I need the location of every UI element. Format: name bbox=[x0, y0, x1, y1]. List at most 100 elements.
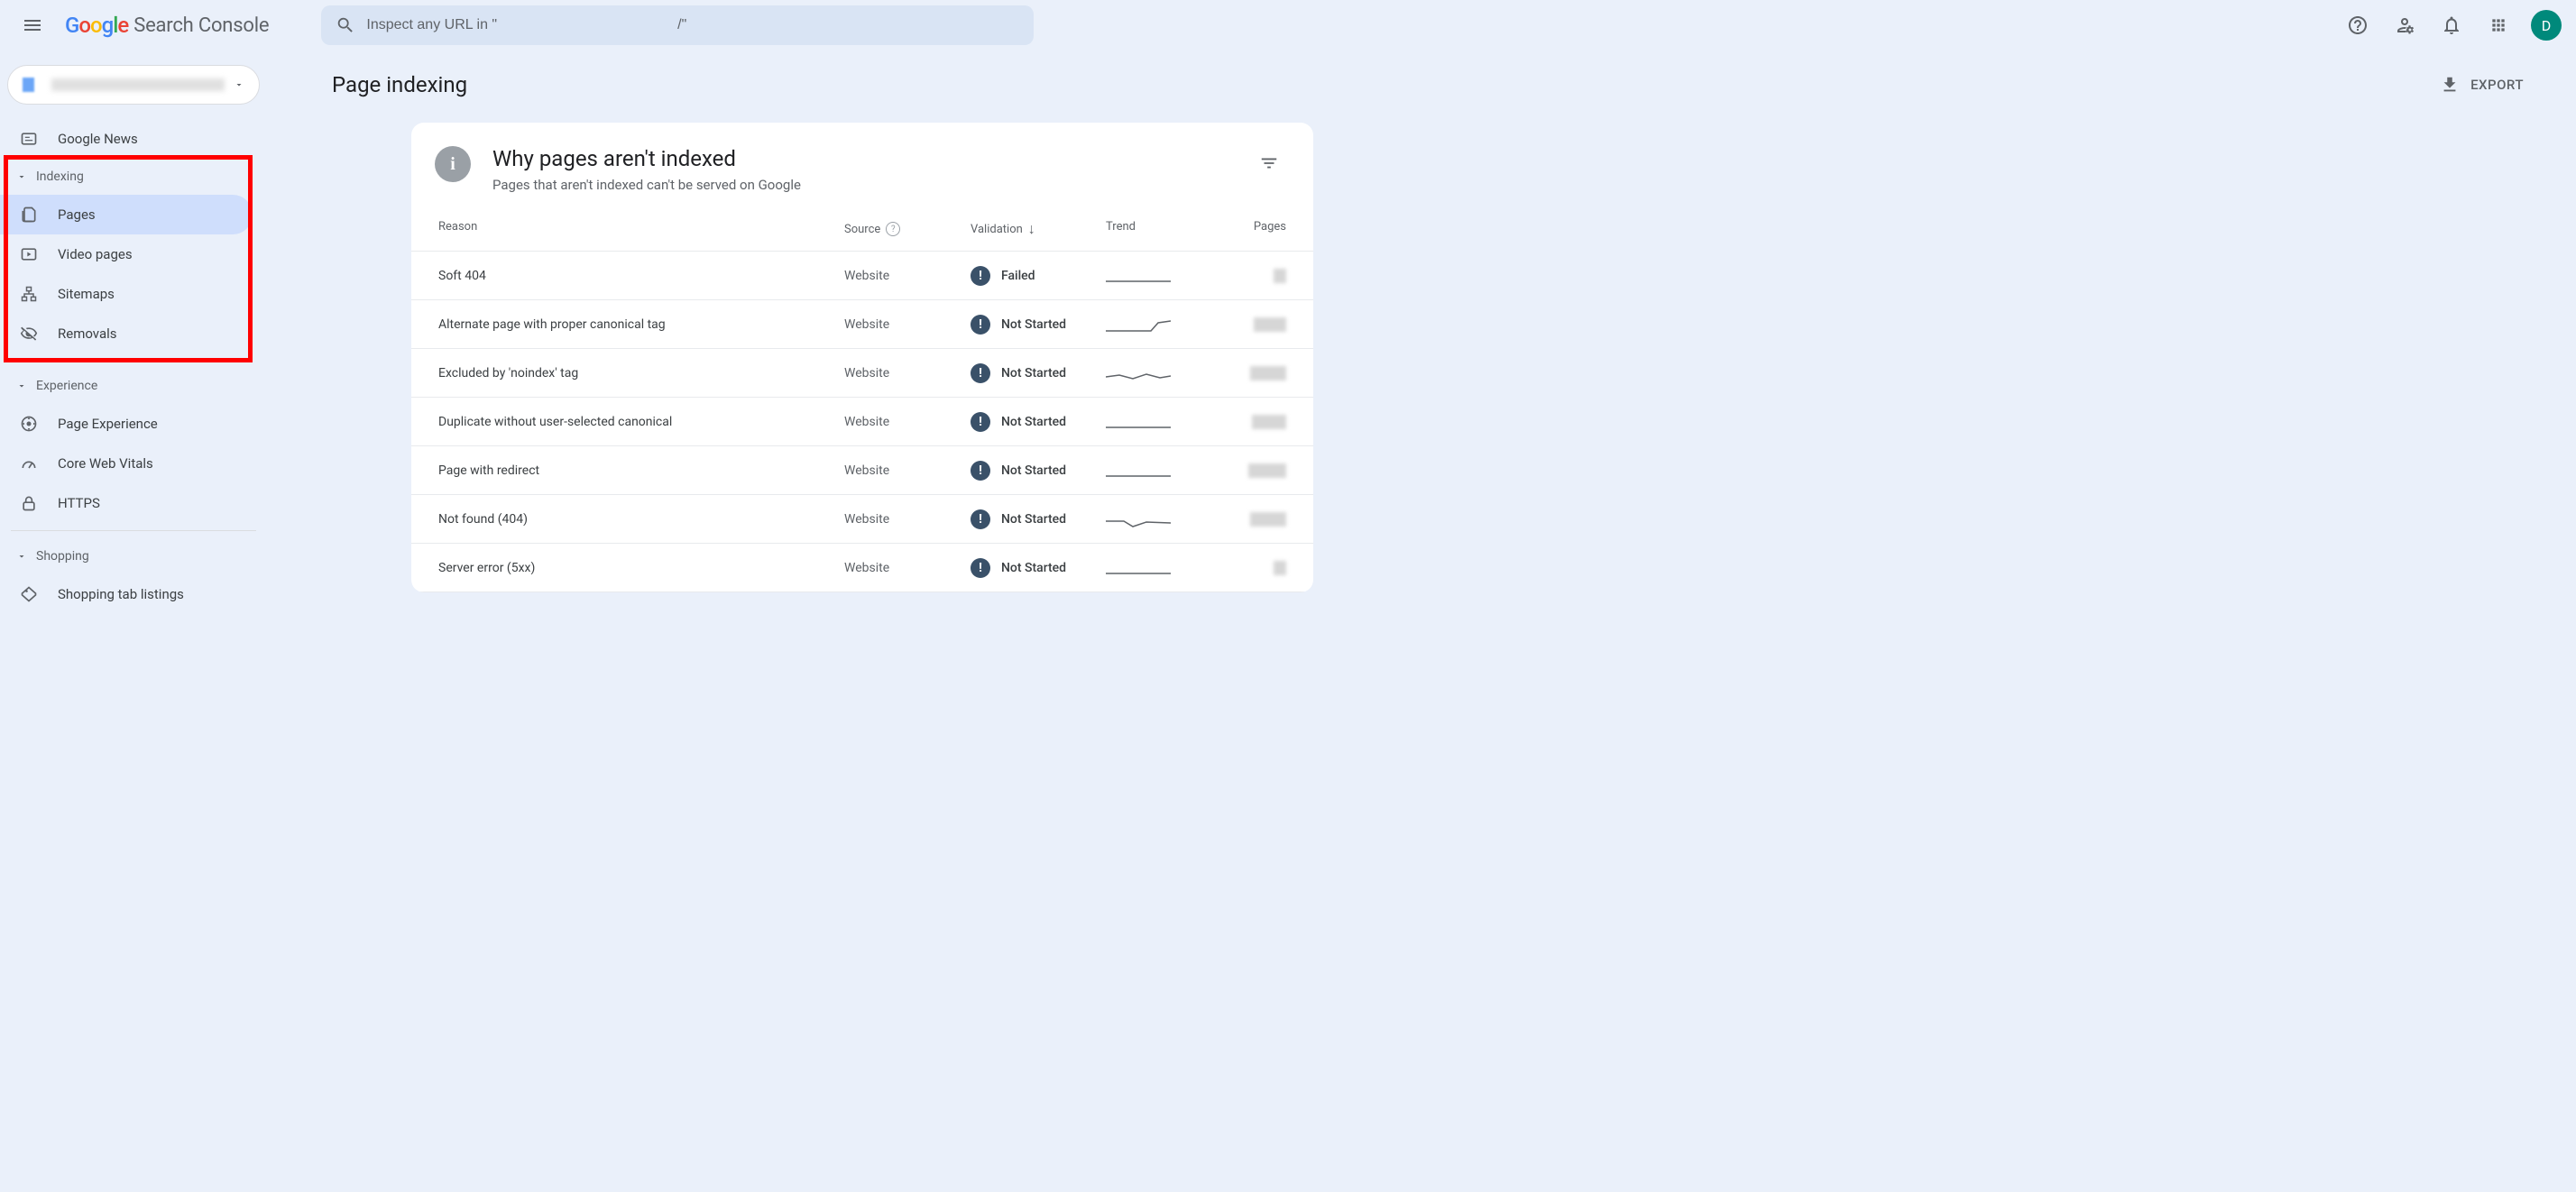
sidebar-item-removals[interactable]: Removals bbox=[0, 314, 253, 353]
cell-trend bbox=[1106, 316, 1223, 334]
sidebar-item-google-news[interactable]: Google News bbox=[0, 119, 253, 159]
table-body: Soft 404Website!FailedAlternate page wit… bbox=[411, 252, 1313, 592]
download-icon bbox=[2440, 75, 2460, 95]
google-logo-icon: Google bbox=[65, 13, 128, 38]
bell-icon bbox=[2441, 14, 2462, 36]
table-row[interactable]: Excluded by 'noindex' tagWebsite!Not Sta… bbox=[411, 349, 1313, 398]
filter-button[interactable] bbox=[1252, 146, 1286, 184]
cell-trend bbox=[1106, 559, 1223, 577]
person-gear-icon bbox=[2394, 14, 2415, 36]
sidebar-item-label: Pages bbox=[58, 206, 96, 223]
info-icon: i bbox=[435, 146, 471, 182]
divider bbox=[11, 530, 256, 531]
search-input[interactable] bbox=[366, 17, 1019, 33]
table-row[interactable]: Soft 404Website!Failed bbox=[411, 252, 1313, 300]
cell-validation: !Not Started bbox=[971, 315, 1106, 335]
core-web-vitals-icon bbox=[18, 454, 40, 472]
cell-source: Website bbox=[844, 415, 971, 429]
sidebar-group-shopping[interactable]: Shopping bbox=[0, 538, 267, 574]
trend-sparkline-icon bbox=[1106, 364, 1171, 382]
sidebar-item-label: Removals bbox=[58, 326, 117, 342]
app-header: Google Search Console D bbox=[0, 0, 2576, 50]
notifications-button[interactable] bbox=[2430, 4, 2473, 47]
sitemaps-icon bbox=[18, 285, 40, 303]
video-pages-icon bbox=[18, 245, 40, 263]
table-row[interactable]: Duplicate without user-selected canonica… bbox=[411, 398, 1313, 446]
column-trend[interactable]: Trend bbox=[1106, 220, 1223, 238]
cell-trend bbox=[1106, 364, 1223, 382]
exclamation-icon: ! bbox=[971, 315, 990, 335]
sidebar-item-https[interactable]: HTTPS bbox=[0, 483, 253, 523]
sidebar-item-shopping-tab-listings[interactable]: Shopping tab listings bbox=[0, 574, 253, 614]
export-button[interactable]: EXPORT bbox=[2440, 75, 2524, 95]
sidebar-group-indexing[interactable]: Indexing bbox=[0, 159, 267, 195]
cell-pages bbox=[1223, 415, 1286, 429]
apps-button[interactable] bbox=[2477, 4, 2520, 47]
main-content: Page indexing EXPORT i Why pages aren't … bbox=[267, 50, 2576, 614]
sidebar-item-label: Core Web Vitals bbox=[58, 455, 153, 472]
logo[interactable]: Google Search Console bbox=[65, 13, 269, 38]
help-icon[interactable]: ? bbox=[886, 222, 900, 236]
avatar[interactable]: D bbox=[2531, 10, 2562, 41]
filter-icon bbox=[1259, 153, 1279, 173]
exclamation-icon: ! bbox=[971, 558, 990, 578]
sidebar-item-label: Google News bbox=[58, 131, 138, 147]
sidebar-item-label: Shopping tab listings bbox=[58, 586, 184, 602]
cell-reason: Server error (5xx) bbox=[438, 561, 844, 575]
trend-sparkline-icon bbox=[1106, 462, 1171, 480]
column-source[interactable]: Source ? bbox=[844, 220, 971, 238]
cell-reason: Alternate page with proper canonical tag bbox=[438, 317, 844, 332]
sidebar-item-pages[interactable]: Pages bbox=[0, 195, 253, 234]
product-name: Search Console bbox=[133, 14, 269, 37]
page-title: Page indexing bbox=[332, 72, 467, 97]
trend-sparkline-icon bbox=[1106, 559, 1171, 577]
https-icon bbox=[18, 494, 40, 512]
help-icon bbox=[2347, 14, 2369, 36]
sidebar-item-page-experience[interactable]: Page Experience bbox=[0, 404, 253, 444]
chevron-down-icon bbox=[14, 551, 29, 562]
table-header: Reason Source ? Validation ↓ Trend Pages bbox=[411, 209, 1313, 252]
property-selector[interactable] bbox=[7, 65, 260, 105]
cell-pages bbox=[1223, 512, 1286, 527]
column-pages[interactable]: Pages bbox=[1223, 220, 1286, 238]
indexing-issues-card: i Why pages aren't indexed Pages that ar… bbox=[411, 123, 1313, 592]
sidebar-group-label: Indexing bbox=[36, 170, 84, 184]
trend-sparkline-icon bbox=[1106, 316, 1171, 334]
search-icon bbox=[336, 15, 355, 35]
card-subtitle: Pages that aren't indexed can't be serve… bbox=[492, 177, 1230, 193]
property-favicon bbox=[23, 78, 42, 92]
sidebar-item-label: Video pages bbox=[58, 246, 133, 262]
table-row[interactable]: Page with redirectWebsite!Not Started bbox=[411, 446, 1313, 495]
cell-trend bbox=[1106, 267, 1223, 285]
sidebar-group-label: Shopping bbox=[36, 549, 89, 564]
sort-arrow-down-icon: ↓ bbox=[1028, 220, 1035, 238]
cell-validation: !Not Started bbox=[971, 509, 1106, 529]
sidebar-item-label: Sitemaps bbox=[58, 286, 115, 302]
table-row[interactable]: Not found (404)Website!Not Started bbox=[411, 495, 1313, 544]
removals-icon bbox=[18, 325, 40, 343]
table-row[interactable]: Server error (5xx)Website!Not Started bbox=[411, 544, 1313, 592]
users-settings-button[interactable] bbox=[2383, 4, 2426, 47]
column-validation[interactable]: Validation ↓ bbox=[971, 220, 1106, 238]
exclamation-icon: ! bbox=[971, 461, 990, 481]
sidebar-item-sitemaps[interactable]: Sitemaps bbox=[0, 274, 253, 314]
exclamation-icon: ! bbox=[971, 509, 990, 529]
chevron-down-icon bbox=[234, 79, 244, 90]
chevron-down-icon bbox=[14, 171, 29, 182]
sidebar-group-experience[interactable]: Experience bbox=[0, 368, 267, 404]
column-reason[interactable]: Reason bbox=[438, 220, 844, 238]
cell-validation: !Not Started bbox=[971, 461, 1106, 481]
exclamation-icon: ! bbox=[971, 363, 990, 383]
sidebar-item-core-web-vitals[interactable]: Core Web Vitals bbox=[0, 444, 253, 483]
shopping-icon bbox=[18, 585, 40, 603]
cell-source: Website bbox=[844, 512, 971, 527]
help-button[interactable] bbox=[2336, 4, 2379, 47]
cell-validation: !Not Started bbox=[971, 558, 1106, 578]
table-row[interactable]: Alternate page with proper canonical tag… bbox=[411, 300, 1313, 349]
url-inspect-search[interactable] bbox=[321, 5, 1034, 45]
sidebar-item-video-pages[interactable]: Video pages bbox=[0, 234, 253, 274]
trend-sparkline-icon bbox=[1106, 510, 1171, 528]
cell-pages bbox=[1223, 317, 1286, 332]
trend-sparkline-icon bbox=[1106, 413, 1171, 431]
menu-button[interactable] bbox=[11, 4, 54, 47]
